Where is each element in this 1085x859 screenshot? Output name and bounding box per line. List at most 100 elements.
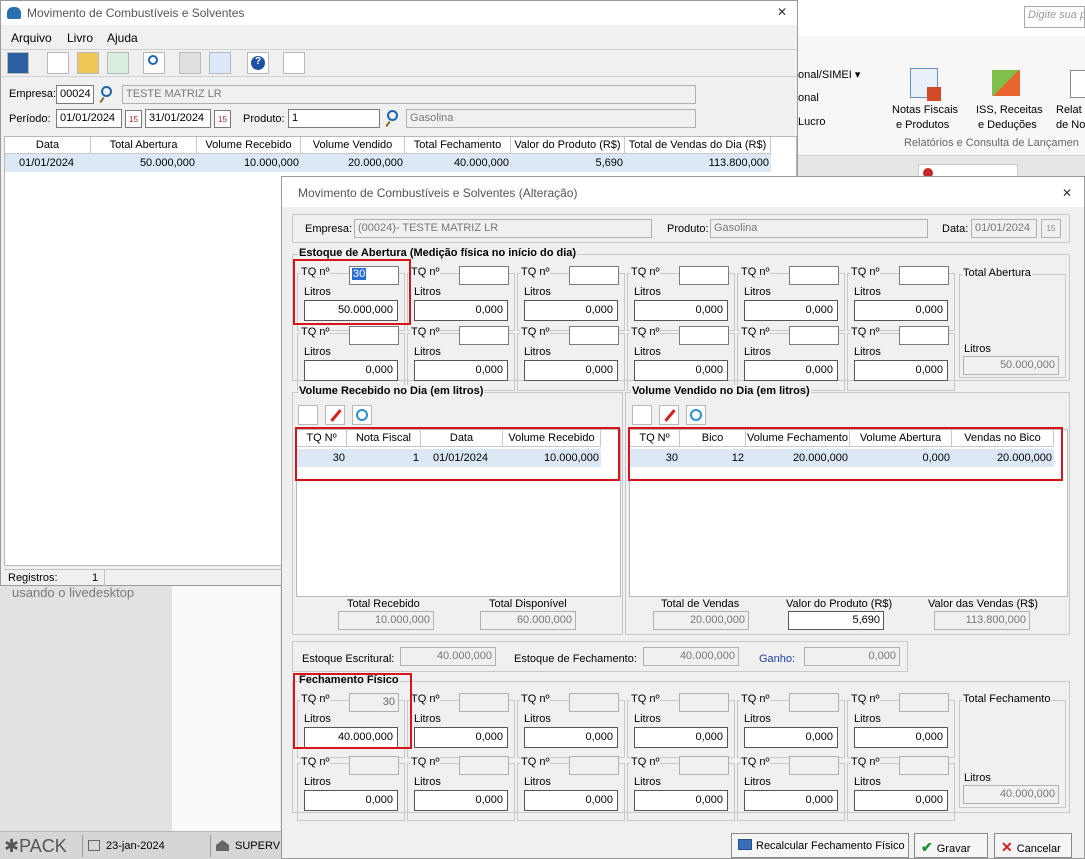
- taskbar-logo[interactable]: ✱PACK: [4, 836, 67, 857]
- empresa-search-icon[interactable]: [98, 85, 118, 104]
- tq-number-input[interactable]: [679, 266, 729, 285]
- menu-arquivo[interactable]: Arquivo: [11, 31, 52, 45]
- tq-number-input[interactable]: [899, 326, 949, 345]
- litros-input[interactable]: 0,000: [524, 790, 618, 811]
- iss-icon: [992, 70, 1020, 96]
- litros-input[interactable]: 0,000: [744, 727, 838, 748]
- litros-input[interactable]: 0,000: [744, 790, 838, 811]
- edit-icon[interactable]: [659, 405, 679, 425]
- litros-input[interactable]: 0,000: [634, 300, 728, 321]
- produto-search-icon[interactable]: [384, 109, 404, 128]
- calendar-icon[interactable]: 15: [125, 110, 142, 128]
- ribbon-item-simples[interactable]: onal: [798, 92, 819, 104]
- column-header[interactable]: Total de Vendas do Dia (R$): [625, 137, 771, 154]
- litros-label: Litros: [414, 776, 441, 788]
- close-icon[interactable]: ✕: [1062, 186, 1072, 200]
- litros-input[interactable]: 0,000: [524, 300, 618, 321]
- menu-ajuda[interactable]: Ajuda: [107, 31, 138, 45]
- refresh-icon[interactable]: [352, 405, 372, 425]
- litros-input[interactable]: 0,000: [524, 727, 618, 748]
- taskbar-date[interactable]: 23-jan-2024: [88, 840, 165, 852]
- litros-input[interactable]: 0,000: [414, 300, 508, 321]
- litros-input[interactable]: 0,000: [634, 727, 728, 748]
- new-document-icon[interactable]: [632, 405, 652, 425]
- tq-label: TQ nº: [850, 756, 881, 768]
- tq-number-input[interactable]: [679, 326, 729, 345]
- menu-livro[interactable]: Livro: [67, 31, 93, 45]
- column-header[interactable]: Data: [5, 137, 91, 154]
- valor-produto-input[interactable]: 5,690: [788, 611, 884, 630]
- print-icon[interactable]: [179, 52, 201, 74]
- litros-input[interactable]: 0,000: [744, 360, 838, 381]
- tq-number-input[interactable]: [459, 326, 509, 345]
- column-header[interactable]: Valor do Produto (R$): [511, 137, 625, 154]
- check-icon: ✔: [921, 839, 933, 855]
- litros-input[interactable]: 0,000: [414, 727, 508, 748]
- litros-input[interactable]: 0,000: [634, 360, 728, 381]
- ribbon-label: e Produtos: [896, 119, 950, 131]
- litros-input[interactable]: 0,000: [414, 360, 508, 381]
- calendar-icon[interactable]: 15: [1041, 219, 1061, 238]
- exit-icon[interactable]: [7, 52, 29, 74]
- litros-input[interactable]: 0,000: [854, 790, 948, 811]
- ribbon-notas-fiscais-button[interactable]: Notas Fiscais e Produtos: [888, 66, 968, 136]
- tq-number-input[interactable]: [789, 266, 839, 285]
- tq-number-input[interactable]: [569, 326, 619, 345]
- date-from-input[interactable]: 01/01/2024: [56, 109, 122, 128]
- empresa-name-field: TESTE MATRIZ LR: [122, 85, 696, 104]
- report-icon[interactable]: [283, 52, 305, 74]
- produto-code-input[interactable]: 1: [288, 109, 380, 128]
- litros-label: Litros: [414, 713, 441, 725]
- ribbon-item-simei[interactable]: onal/SIMEI ▾: [798, 68, 860, 81]
- litros-input[interactable]: 0,000: [854, 360, 948, 381]
- refresh-icon[interactable]: [107, 52, 129, 74]
- column-header[interactable]: Total Abertura: [91, 137, 197, 154]
- litros-input[interactable]: 0,000: [414, 790, 508, 811]
- status-divider: [104, 570, 105, 586]
- tq-number-input[interactable]: [899, 266, 949, 285]
- tq-number-field: [459, 693, 509, 712]
- litros-input[interactable]: 0,000: [304, 790, 398, 811]
- litros-label: Litros: [744, 286, 771, 298]
- abertura-tq-5: TQ nº Litros 0,000: [737, 266, 845, 331]
- bg-search-input[interactable]: Digite sua p: [1024, 6, 1085, 28]
- search-icon[interactable]: [143, 52, 165, 74]
- refresh-icon[interactable]: [686, 405, 706, 425]
- column-header[interactable]: Volume Vendido: [301, 137, 405, 154]
- gravar-button[interactable]: ✔ Gravar: [914, 833, 988, 858]
- produto-name-field: Gasolina: [406, 109, 696, 128]
- new-document-icon[interactable]: [298, 405, 318, 425]
- help-icon[interactable]: ?: [247, 52, 269, 74]
- date-to-input[interactable]: 31/01/2024: [145, 109, 211, 128]
- litros-input[interactable]: 0,000: [854, 727, 948, 748]
- empresa-code-input[interactable]: 00024: [56, 85, 94, 104]
- litros-label: Litros: [854, 713, 881, 725]
- litros-input[interactable]: 0,000: [854, 300, 948, 321]
- column-header[interactable]: Total Fechamento: [405, 137, 511, 154]
- open-folder-icon[interactable]: [77, 52, 99, 74]
- ribbon-relatorios-button[interactable]: Relat de No: [1054, 66, 1085, 136]
- litros-label: Litros: [524, 346, 551, 358]
- litros-input[interactable]: 0,000: [744, 300, 838, 321]
- total-abertura-group: Total Abertura Litros 50.000,000: [959, 267, 1066, 378]
- cancelar-button[interactable]: ✕ Cancelar: [994, 833, 1072, 858]
- edit-icon[interactable]: [325, 405, 345, 425]
- taskbar-divider: [210, 835, 211, 857]
- new-document-icon[interactable]: [47, 52, 69, 74]
- tq-number-input[interactable]: [569, 266, 619, 285]
- calendar-icon[interactable]: 15: [214, 110, 231, 128]
- tq-number-input[interactable]: [349, 326, 399, 345]
- print-preview-icon[interactable]: [209, 52, 231, 74]
- table-row[interactable]: 01/01/2024 50.000,000 10.000,000 20.000,…: [5, 154, 771, 172]
- close-icon[interactable]: ✕: [777, 5, 787, 19]
- litros-input[interactable]: 0,000: [524, 360, 618, 381]
- column-header[interactable]: Volume Recebido: [197, 137, 301, 154]
- ribbon-iss-button[interactable]: ISS, Receitas e Deduções: [972, 66, 1048, 136]
- litros-input[interactable]: 0,000: [304, 360, 398, 381]
- tq-number-input[interactable]: [789, 326, 839, 345]
- recalcular-button[interactable]: Recalcular Fechamento Físico: [731, 833, 909, 858]
- tq-number-input[interactable]: [459, 266, 509, 285]
- ribbon-item-lucro[interactable]: Lucro: [798, 116, 826, 128]
- taskbar-app[interactable]: SUPERV: [216, 840, 280, 852]
- litros-input[interactable]: 0,000: [634, 790, 728, 811]
